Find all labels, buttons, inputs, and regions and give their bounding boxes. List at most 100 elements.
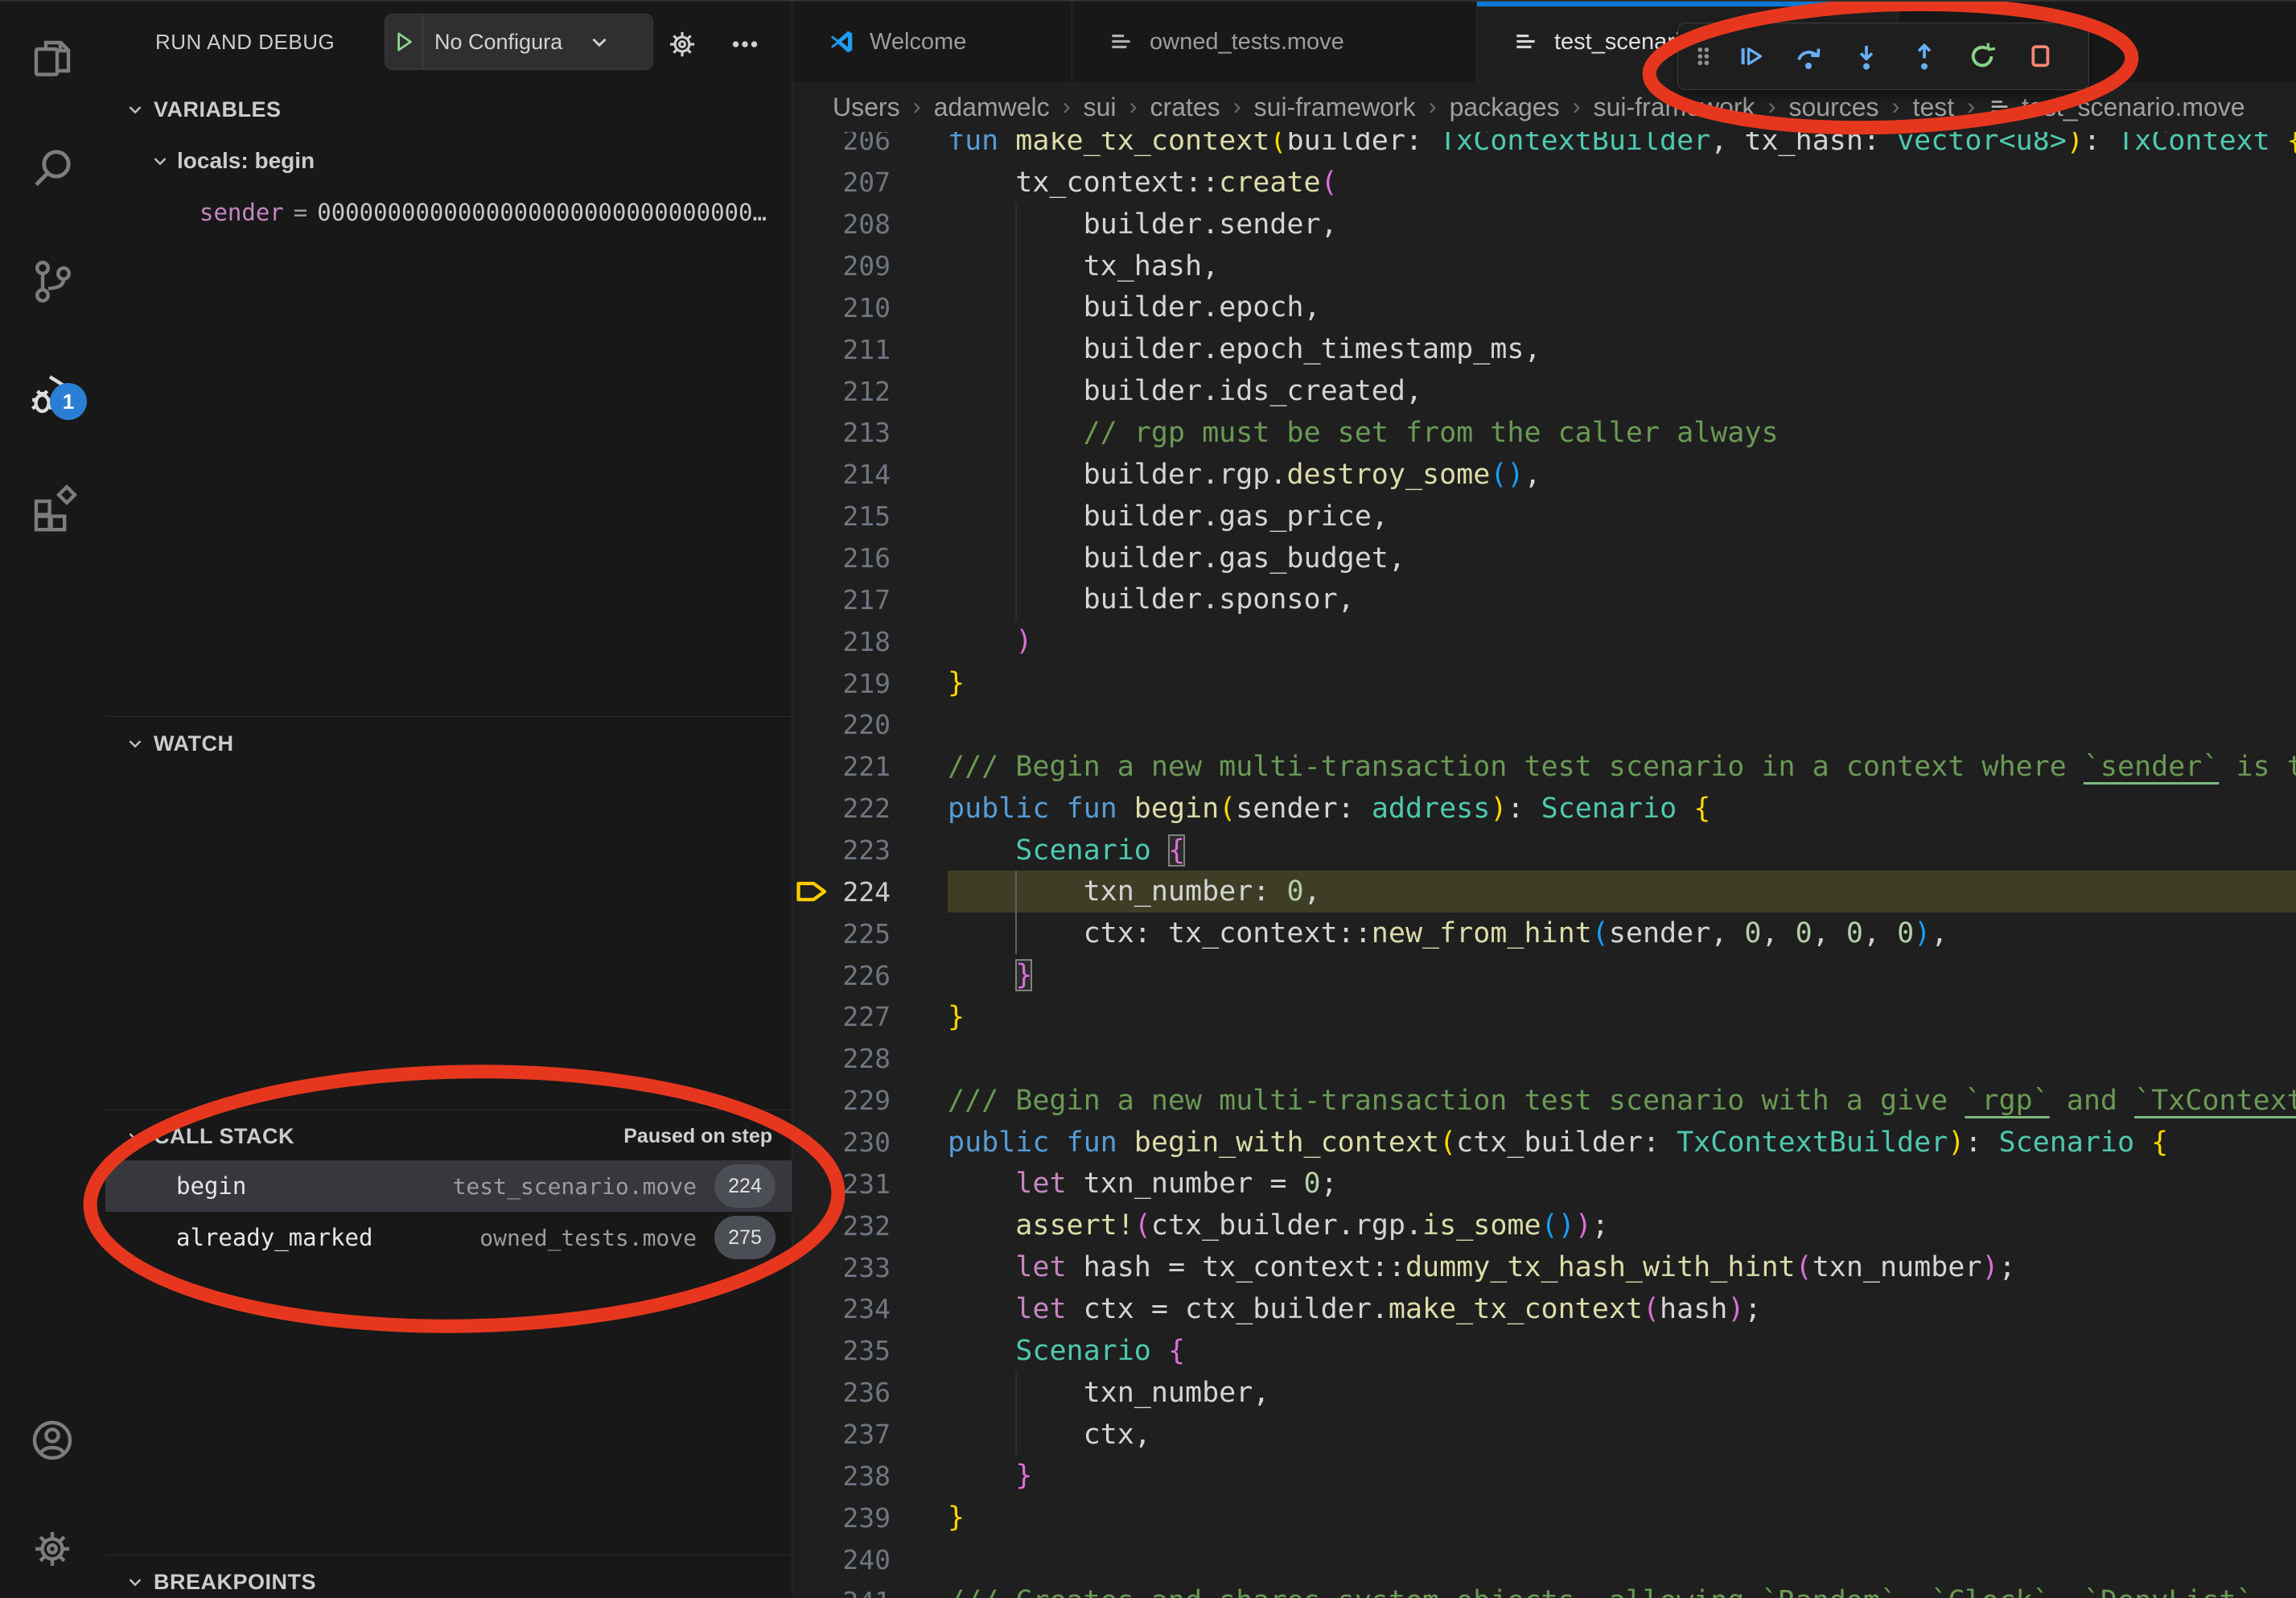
tab-label: owned_tests.move <box>1150 29 1344 56</box>
variables-scope-row[interactable]: locals: begin <box>105 140 792 182</box>
tab-label: Welcome <box>870 29 966 56</box>
code-editor[interactable]: 206fun make_tx_context(builder: TxContex… <box>792 120 2296 1598</box>
code-line-235[interactable]: 235 Scenario { <box>792 1330 2296 1372</box>
code-line-233[interactable]: 233 let hash = tx_context::dummy_tx_hash… <box>792 1246 2296 1288</box>
toolbar-drag-handle[interactable] <box>1693 40 1714 72</box>
step-into-button[interactable] <box>1850 40 1882 72</box>
breadcrumb-item-crates[interactable]: crates <box>1150 93 1220 122</box>
chevron-down-icon <box>125 1126 146 1147</box>
step-over-button[interactable] <box>1792 40 1825 72</box>
breadcrumb-item-packages[interactable]: packages <box>1450 93 1560 122</box>
code-line-224[interactable]: 224 txn_number: 0, <box>792 871 2296 912</box>
line-number: 221 <box>833 751 891 782</box>
code-line-232[interactable]: 232 assert!(ctx_builder.rgp.is_some()); <box>792 1205 2296 1246</box>
call-stack-frame-already_marked[interactable]: already_markedowned_tests.move275 <box>105 1212 792 1263</box>
code-text: /// Begin a new multi-transaction test s… <box>948 751 2296 783</box>
code-line-222[interactable]: 222public fun begin(sender: address): Sc… <box>792 788 2296 830</box>
breadcrumb-separator-icon: › <box>913 93 921 121</box>
code-line-218[interactable]: 218 ) <box>792 620 2296 662</box>
code-text: builder.gas_budget, <box>948 542 1405 575</box>
code-text: } <box>948 1501 965 1534</box>
settings-gear-icon[interactable] <box>27 1523 78 1575</box>
code-line-229[interactable]: 229/// Begin a new multi-transaction tes… <box>792 1080 2296 1122</box>
code-line-234[interactable]: 234 let ctx = ctx_builder.make_tx_contex… <box>792 1288 2296 1330</box>
start-debugging-icon[interactable] <box>385 28 422 56</box>
code-line-217[interactable]: 217 builder.sponsor, <box>792 579 2296 620</box>
code-text: builder.epoch_timestamp_ms, <box>948 333 1541 365</box>
source-control-icon[interactable] <box>27 256 78 307</box>
breadcrumb-item-adamwelc[interactable]: adamwelc <box>934 93 1050 122</box>
breadcrumb-item-test[interactable]: test <box>1913 93 1955 122</box>
code-line-225[interactable]: 225 ctx: tx_context::new_from_hint(sende… <box>792 912 2296 954</box>
code-line-221[interactable]: 221 /// Begin a new multi-transaction tes… <box>792 746 2296 788</box>
code-line-214[interactable]: 214 builder.rgp.destroy_some(), <box>792 454 2296 496</box>
breadcrumb-file[interactable]: test_scenario.move <box>2022 93 2245 122</box>
pause-status: Paused on step <box>623 1125 772 1148</box>
line-number: 226 <box>833 960 891 991</box>
breadcrumb-item-sui-framework[interactable]: sui-framework <box>1594 93 1755 122</box>
code-text: builder.rgp.destroy_some(), <box>948 459 1541 491</box>
code-line-213[interactable]: 213 // rgp must be set from the caller a… <box>792 412 2296 454</box>
code-line-220[interactable]: 220 <box>792 704 2296 746</box>
section-watch[interactable]: WATCH <box>105 723 792 764</box>
files-icon[interactable] <box>27 32 78 84</box>
section-breakpoints[interactable]: BREAKPOINTS <box>105 1561 792 1598</box>
code-line-239[interactable]: 239} <box>792 1497 2296 1538</box>
code-line-223[interactable]: 223 Scenario { <box>792 830 2296 871</box>
extensions-icon[interactable] <box>27 481 78 533</box>
vscode-logo-icon <box>828 28 855 56</box>
breadcrumb-item-Users[interactable]: Users <box>833 93 900 122</box>
code-text: tx_context::create( <box>948 167 1338 199</box>
continue-button[interactable] <box>1734 40 1767 72</box>
breadcrumb-item-sui-framework[interactable]: sui-framework <box>1254 93 1416 122</box>
code-line-240[interactable]: 240 <box>792 1538 2296 1580</box>
code-line-228[interactable]: 228 <box>792 1038 2296 1080</box>
code-line-216[interactable]: 216 builder.gas_budget, <box>792 537 2296 579</box>
variable-row[interactable]: sender = 0000000000000000000000000000000… <box>200 192 779 233</box>
code-text: let txn_number = 0; <box>948 1168 1338 1200</box>
frame-line-badge: 224 <box>714 1164 776 1208</box>
code-line-227[interactable]: 227} <box>792 996 2296 1038</box>
code-line-219[interactable]: 219} <box>792 662 2296 704</box>
breadcrumb-item-sui[interactable]: sui <box>1084 93 1117 122</box>
code-line-231[interactable]: 231 let txn_number = 0; <box>792 1163 2296 1205</box>
breadcrumb-separator-icon: › <box>1129 93 1138 121</box>
breadcrumb-item-sources[interactable]: sources <box>1789 93 1879 122</box>
code-line-215[interactable]: 215 builder.gas_price, <box>792 496 2296 537</box>
breadcrumb-separator-icon: › <box>1892 93 1900 121</box>
tab-owned_tests.move[interactable]: owned_tests.move <box>1072 2 1477 82</box>
call-stack-frame-begin[interactable]: begintest_scenario.move224 <box>105 1160 792 1212</box>
code-line-238[interactable]: 238 } <box>792 1456 2296 1497</box>
code-text: Scenario { <box>948 1335 1185 1367</box>
line-number: 220 <box>833 709 891 740</box>
section-call-stack[interactable]: CALL STACK Paused on step <box>105 1115 792 1157</box>
line-number: 228 <box>833 1043 891 1074</box>
section-divider <box>105 716 792 717</box>
frame-file: owned_tests.move <box>479 1225 697 1251</box>
code-line-230[interactable]: 230public fun begin_with_context(ctx_bui… <box>792 1122 2296 1163</box>
account-icon[interactable] <box>27 1415 78 1466</box>
code-text: builder.sponsor, <box>948 583 1355 616</box>
equals-sign: = <box>294 199 307 226</box>
line-number: 225 <box>833 918 891 949</box>
code-line-210[interactable]: 210 builder.epoch, <box>792 286 2296 328</box>
code-line-209[interactable]: 209 tx_hash, <box>792 245 2296 287</box>
debug-gear-icon[interactable] <box>664 26 701 67</box>
code-line-226[interactable]: 226 } <box>792 954 2296 996</box>
code-line-241[interactable]: 241/// Creates and shares system objects… <box>792 1580 2296 1598</box>
chevron-down-icon <box>125 1571 146 1592</box>
search-icon[interactable] <box>27 143 78 195</box>
restart-button[interactable] <box>1966 40 1998 72</box>
code-line-211[interactable]: 211 builder.epoch_timestamp_ms, <box>792 328 2296 370</box>
section-variables[interactable]: VARIABLES <box>105 89 792 130</box>
stop-button[interactable] <box>2024 40 2056 72</box>
code-line-237[interactable]: 237 ctx, <box>792 1414 2296 1456</box>
debug-config-dropdown[interactable]: No Configura <box>385 14 653 70</box>
code-line-236[interactable]: 236 txn_number, <box>792 1372 2296 1414</box>
code-line-208[interactable]: 208 builder.sender, <box>792 204 2296 245</box>
more-actions-icon[interactable] <box>726 26 763 67</box>
tab-Welcome[interactable]: Welcome <box>792 2 1072 82</box>
code-line-212[interactable]: 212 builder.ids_created, <box>792 370 2296 412</box>
code-line-207[interactable]: 207 tx_context::create( <box>792 162 2296 204</box>
step-out-button[interactable] <box>1908 40 1940 72</box>
